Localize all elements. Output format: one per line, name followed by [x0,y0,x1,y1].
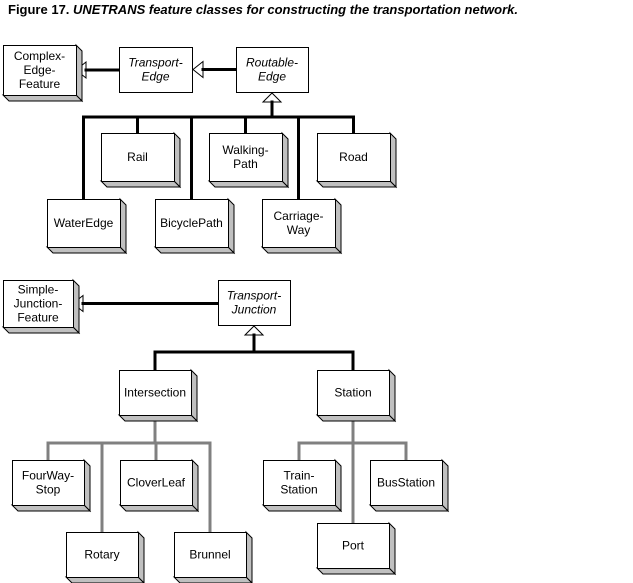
box-label: Station [334,386,371,400]
box-label: Rail [127,150,148,164]
box-label: Feature [17,311,59,325]
box-label: Complex- [14,49,65,63]
box-label: CloverLeaf [127,476,186,490]
class-box-clover-leaf: CloverLeaf [118,458,200,513]
class-box-station: Station [315,368,397,423]
class-box-four-way-stop: FourWay-Stop [10,458,92,513]
box-label: FourWay- [22,469,74,483]
box-label: Edge- [23,63,55,77]
class-box-rotary: Rotary [64,530,145,583]
box-label: Walking- [222,143,268,157]
class-box-water-edge: WaterEdge [45,197,128,255]
box-label: Carriage- [273,209,323,223]
box-label: Transport- [128,56,182,70]
box-label: Train- [284,469,315,483]
class-box-routable-edge: Routable-Edge [236,47,309,93]
class-boxes: Complex-Edge-FeatureTransport-EdgeRoutab… [1,43,450,583]
box-label: Brunnel [189,548,230,562]
box-label: Junction [231,303,277,317]
class-box-transport-junction: Transport-Junction [218,280,291,326]
box-label: Intersection [124,386,186,400]
box-label: BicyclePath [160,216,223,230]
class-box-carriage-way: Carriage-Way [260,197,343,255]
box-label: Road [339,150,368,164]
class-box-transport-edge: Transport-Edge [119,47,193,93]
box-label: Way [287,223,311,237]
box-label: Stop [36,483,61,497]
class-box-road: Road [315,131,398,189]
class-diagram: Complex-Edge-FeatureTransport-EdgeRoutab… [1,43,450,583]
box-label: Transport- [227,289,281,303]
box-label: Simple- [18,283,59,297]
class-box-intersection: Intersection [117,368,199,423]
class-box-rail: Rail [99,131,182,189]
box-label: Station [280,483,317,497]
box-label: Edge [258,70,286,84]
box-label: Edge [141,70,169,84]
class-box-simple-junction-feature: Simple-Junction-Feature [1,278,81,335]
class-box-port: Port [315,521,397,576]
box-label: Port [342,539,365,553]
box-label: BusStation [377,476,435,490]
class-box-bus-station: BusStation [368,458,450,513]
box-label: Rotary [84,548,119,562]
box-label: Feature [19,77,61,91]
class-box-complex-edge-feature: Complex-Edge-Feature [1,43,84,103]
class-box-train-station: Train-Station [261,458,343,513]
box-label: Junction- [14,297,63,311]
box-label: Path [233,157,258,171]
class-box-bicycle-path: BicyclePath [153,197,236,255]
class-box-walking-path: Walking-Path [207,131,290,189]
class-box-brunnel: Brunnel [172,530,253,583]
box-label: WaterEdge [54,216,114,230]
box-label: Routable- [246,56,298,70]
